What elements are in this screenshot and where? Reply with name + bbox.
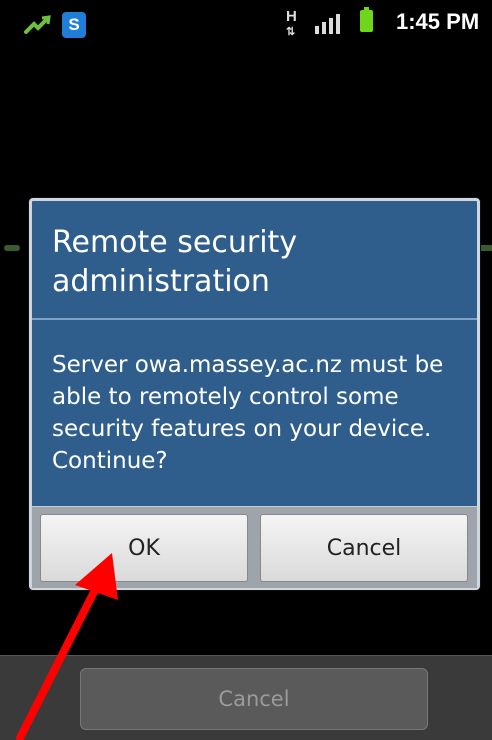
hspa-network-icon: H ⇅ bbox=[286, 8, 297, 39]
usb-debug-icon bbox=[24, 15, 51, 34]
signal-strength-icon bbox=[315, 14, 340, 34]
ok-button[interactable]: OK bbox=[40, 514, 248, 582]
background-edge-right bbox=[478, 245, 492, 251]
skype-icon: S bbox=[62, 12, 86, 38]
cancel-button[interactable]: Cancel bbox=[260, 514, 468, 582]
dialog-title: Remote security administration bbox=[52, 225, 298, 299]
background-cancel-button: Cancel bbox=[80, 668, 428, 730]
network-type-label: H bbox=[286, 8, 297, 25]
battery-icon bbox=[360, 7, 373, 32]
status-clock: 1:45 PM bbox=[396, 9, 480, 34]
dialog-divider bbox=[32, 318, 477, 320]
phone-screen: S H ⇅ 1:45 PM Cancel Remote security adm… bbox=[0, 0, 492, 740]
data-arrows-icon: ⇅ bbox=[286, 26, 296, 38]
dialog-button-bar: OK Cancel bbox=[32, 506, 477, 588]
dialog-message: Server owa.massey.ac.nz must be able to … bbox=[52, 352, 444, 474]
background-edge-left bbox=[4, 245, 20, 251]
status-bar: S H ⇅ 1:45 PM bbox=[0, 0, 492, 52]
security-admin-dialog: Remote security administration Server ow… bbox=[29, 198, 480, 590]
